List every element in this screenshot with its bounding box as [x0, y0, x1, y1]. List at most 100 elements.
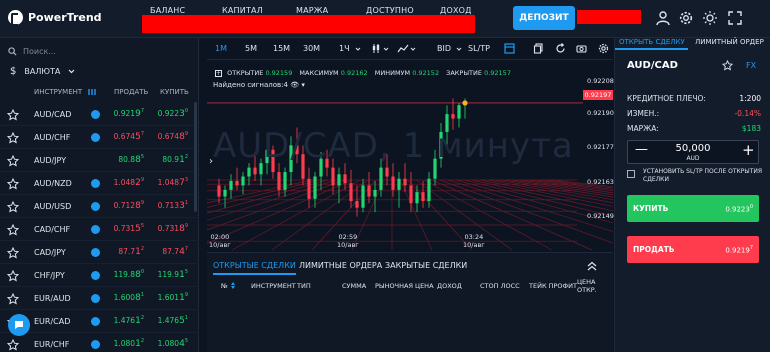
tab-closed-trades[interactable]: ЗАКРЫТЫЕ СДЕЛКИ: [385, 261, 467, 270]
tab-open-trades[interactable]: ОТКРЫТЫЕ СДЕЛКИ: [213, 261, 296, 275]
info-badge-icon[interactable]: [91, 294, 100, 303]
sell-button[interactable]: ПРОДАТЬ 0.92197: [627, 236, 759, 263]
sltp-checkbox[interactable]: [627, 170, 635, 178]
sell-price[interactable]: 0.73155: [104, 223, 144, 234]
tab-open-trade[interactable]: ОТКРЫТЬ СДЕЛКУ: [619, 38, 685, 46]
buy-price[interactable]: 119.915: [146, 269, 188, 280]
buy-price[interactable]: 0.92230: [146, 108, 188, 119]
candle-body[interactable]: [427, 178, 431, 202]
sell-price[interactable]: 87.712: [104, 246, 144, 257]
candle-body[interactable]: [355, 201, 359, 208]
category-selector[interactable]: $ ВАЛЮТА: [10, 66, 75, 77]
candle-body[interactable]: [235, 180, 239, 186]
instrument-row[interactable]: CHF/JPY 119.880 119.915: [0, 265, 199, 287]
amount-value[interactable]: 50,000: [628, 143, 758, 154]
candle-body[interactable]: [409, 185, 413, 204]
timeframe-15m[interactable]: 15M: [273, 44, 290, 53]
candle-body[interactable]: [277, 172, 281, 190]
sell-price[interactable]: 1.08012: [104, 338, 144, 349]
timeframe-5m[interactable]: 5M: [245, 44, 257, 53]
timeframe-1h[interactable]: 1Ч: [339, 44, 350, 53]
sort-icon[interactable]: [231, 282, 235, 289]
instrument-row[interactable]: EUR/AUD 1.60081 1.60119: [0, 288, 199, 310]
fullscreen-icon[interactable]: [727, 10, 743, 26]
price-chart[interactable]: AUD/CAD, 1 минута + ОТКРЫТИЕ 0.92159 МАК…: [207, 60, 614, 252]
candle-body[interactable]: [217, 185, 221, 197]
candles-icon[interactable]: [371, 43, 381, 54]
instrument-row[interactable]: AUD/USD 0.71289 0.71331: [0, 196, 199, 218]
buy-price[interactable]: 0.73189: [146, 223, 188, 234]
collapse-arrow-icon[interactable]: ›: [209, 156, 213, 167]
chevron-down-icon[interactable]: [456, 47, 462, 51]
sell-price[interactable]: 0.92197: [104, 108, 144, 119]
star-icon[interactable]: [6, 131, 20, 144]
candle-body[interactable]: [379, 167, 383, 190]
copy-icon[interactable]: [533, 43, 544, 54]
signals-toggle[interactable]: Найдено сигналов:4 👁 ▾: [213, 81, 305, 89]
buy-price[interactable]: 87.747: [146, 246, 188, 257]
reset-icon[interactable]: [555, 43, 566, 54]
buy-price[interactable]: 1.47651: [146, 315, 188, 326]
chevron-down-icon[interactable]: [410, 47, 416, 51]
instrument-row[interactable]: CAD/JPY 87.712 87.747: [0, 242, 199, 264]
price-type-select[interactable]: BID: [437, 44, 451, 53]
sell-price[interactable]: 0.71289: [104, 200, 144, 211]
sell-price[interactable]: 1.47612: [104, 315, 144, 326]
info-badge-icon[interactable]: [91, 248, 100, 257]
candle-body[interactable]: [385, 167, 389, 177]
star-icon[interactable]: [6, 177, 20, 190]
star-icon[interactable]: [6, 292, 20, 305]
candle-body[interactable]: [457, 105, 461, 119]
star-icon[interactable]: [6, 269, 20, 282]
instrument-row[interactable]: EUR/CAD 1.47612 1.47651: [0, 311, 199, 333]
candle-body[interactable]: [307, 178, 311, 199]
buy-price[interactable]: 80.912: [146, 154, 188, 165]
candle-body[interactable]: [331, 167, 335, 186]
instrument-row[interactable]: AUD/JPY 80.885 80.912: [0, 150, 199, 172]
candle-body[interactable]: [373, 189, 377, 197]
user-icon[interactable]: [655, 10, 671, 26]
candle-body[interactable]: [391, 176, 395, 190]
sell-price[interactable]: 1.04829: [104, 177, 144, 188]
indicators-icon[interactable]: [397, 43, 409, 54]
info-badge-icon[interactable]: [91, 271, 100, 280]
chevron-down-icon[interactable]: [383, 47, 389, 51]
candle-body[interactable]: [349, 183, 353, 202]
buy-price[interactable]: 1.04873: [146, 177, 188, 188]
chart-settings-icon[interactable]: [598, 43, 609, 54]
scrollbar[interactable]: [194, 102, 197, 212]
sltp-toggle[interactable]: SL/TP: [468, 44, 490, 53]
tab-limit-orders[interactable]: ЛИМИТНЫЕ ОРДЕРА: [299, 261, 382, 270]
logo[interactable]: PowerTrend: [8, 10, 102, 26]
buy-price[interactable]: 0.71331: [146, 200, 188, 211]
star-icon[interactable]: [6, 338, 20, 351]
star-icon[interactable]: [6, 200, 20, 213]
layout-icon[interactable]: [504, 43, 515, 54]
timeframe-30m[interactable]: 30M: [303, 44, 320, 53]
star-icon[interactable]: [722, 60, 733, 71]
candle-body[interactable]: [283, 172, 287, 190]
amount-stepper[interactable]: — 50,000 AUD +: [627, 140, 759, 164]
deposit-button[interactable]: ДЕПОЗИТ: [513, 6, 575, 30]
instrument-row[interactable]: CAD/CHF 0.73155 0.73189: [0, 219, 199, 241]
star-icon[interactable]: [6, 223, 20, 236]
info-badge-icon[interactable]: [91, 202, 100, 211]
search-input[interactable]: Поиск...: [23, 47, 56, 56]
buy-price[interactable]: 1.60119: [146, 292, 188, 303]
candle-body[interactable]: [343, 174, 347, 184]
buy-button[interactable]: КУПИТЬ 0.92230: [627, 195, 759, 222]
sell-price[interactable]: 80.885: [104, 154, 144, 165]
gear-icon[interactable]: [678, 10, 694, 26]
candle-body[interactable]: [451, 114, 455, 119]
info-badge-icon[interactable]: [91, 133, 100, 142]
instrument-row[interactable]: EUR/CHF 1.08012 1.08045: [0, 334, 199, 352]
info-badge-icon[interactable]: [91, 179, 100, 188]
chevron-down-icon[interactable]: [355, 47, 361, 51]
instrument-row[interactable]: AUD/CAD 0.92197 0.92230: [0, 104, 199, 126]
candle-body[interactable]: [253, 167, 257, 175]
candle-body[interactable]: [367, 185, 371, 197]
candle-body[interactable]: [421, 192, 425, 202]
camera-icon[interactable]: [576, 43, 587, 54]
info-badge-icon[interactable]: [91, 340, 100, 349]
tab-limit-order[interactable]: ЛИМИТНЫЙ ОРДЕР: [695, 38, 764, 46]
